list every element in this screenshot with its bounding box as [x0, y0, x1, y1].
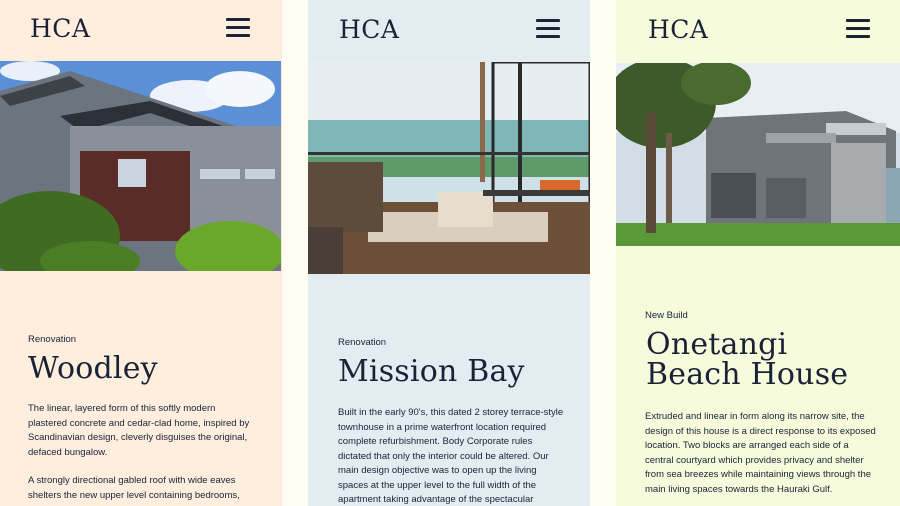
project-description: The linear, layered form of this softly …	[28, 403, 250, 458]
project-card-mission-bay[interactable]: HCA Renovation Mission Bay Built in the …	[308, 0, 590, 506]
project-title[interactable]: Onetangi	[646, 330, 787, 360]
project-photo-woodley[interactable]	[0, 61, 281, 271]
project-description: Extruded and linear in form along its na…	[645, 411, 876, 495]
project-title-line2[interactable]: Beach House	[646, 360, 848, 390]
panel-divider	[590, 0, 616, 506]
hamburger-menu-icon[interactable]	[846, 19, 870, 38]
site-logo[interactable]: HCA	[339, 15, 399, 44]
project-category: New Build	[645, 310, 688, 321]
project-photo-mission-bay[interactable]	[308, 62, 590, 274]
project-card-woodley[interactable]: HCA Renovation Woodley The linear, layer…	[0, 0, 281, 506]
panel-divider	[281, 0, 308, 506]
hamburger-menu-icon[interactable]	[536, 19, 560, 38]
project-category: Renovation	[28, 334, 77, 345]
project-card-onetangi[interactable]: HCA New Build Onetangi Beach House Extru…	[616, 0, 900, 506]
project-category: Renovation	[338, 337, 387, 348]
site-logo[interactable]: HCA	[30, 14, 90, 43]
project-title[interactable]: Mission Bay	[338, 357, 525, 387]
site-logo[interactable]: HCA	[648, 15, 708, 44]
project-description: Built in the early 90's, this dated 2 st…	[338, 407, 564, 505]
project-title[interactable]: Woodley	[28, 354, 158, 384]
project-description-continued: A strongly directional gabled roof with …	[28, 475, 240, 501]
hamburger-menu-icon[interactable]	[226, 18, 250, 37]
project-photo-onetangi[interactable]	[616, 63, 900, 246]
